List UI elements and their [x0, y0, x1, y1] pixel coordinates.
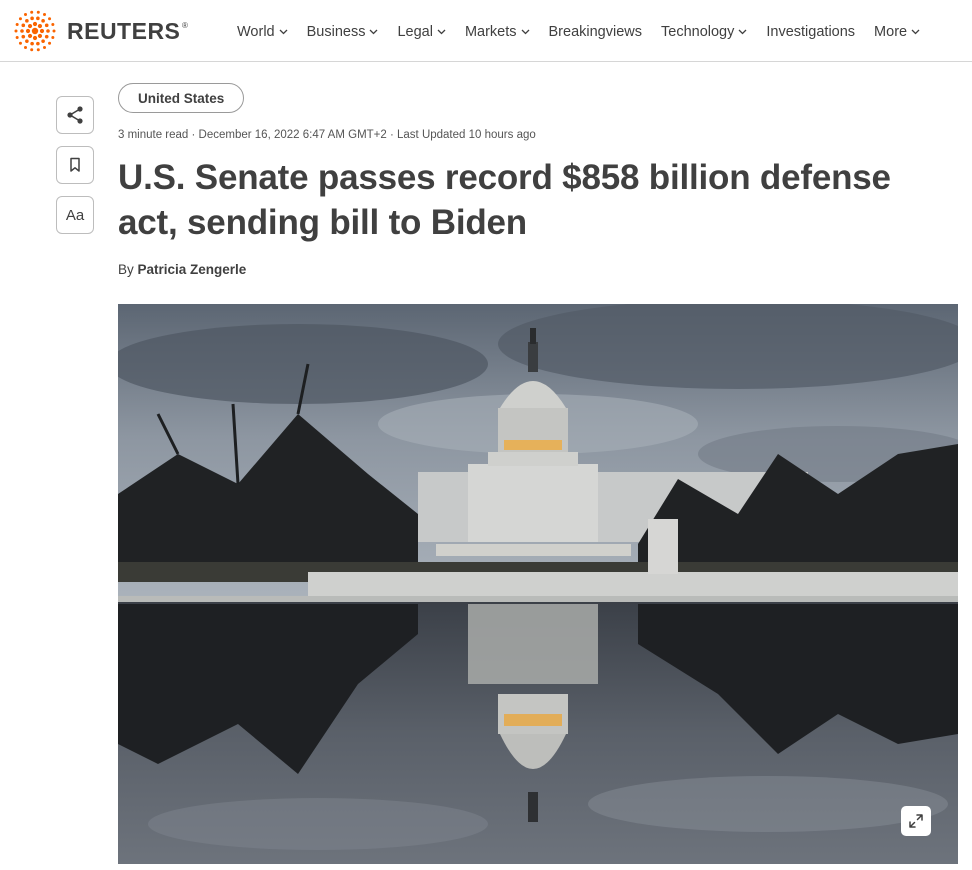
nav-item-legal[interactable]: Legal — [397, 24, 446, 40]
nav-item-label: Investigations — [766, 24, 856, 40]
nav-item-markets[interactable]: Markets — [465, 24, 530, 40]
text-size-button[interactable]: Aa — [56, 196, 94, 234]
article-headline: U.S. Senate passes record $858 billion d… — [118, 158, 891, 242]
lead-photo — [118, 304, 958, 864]
brand-name: REUTERS ® — [67, 17, 189, 44]
section-tag[interactable]: United States — [118, 83, 245, 113]
nav-item-more[interactable]: More — [874, 24, 920, 40]
nav-item-technology[interactable]: Technology — [661, 24, 747, 40]
expand-icon — [909, 814, 923, 828]
reuters-logo-icon — [14, 10, 56, 52]
nav-item-business[interactable]: Business — [307, 24, 379, 40]
nav-item-label: Business — [306, 24, 366, 40]
text-size-label: Aa — [65, 206, 85, 224]
chevron-down-icon — [911, 29, 920, 35]
site-header: REUTERS ® World Business Legal Markets Breaki… — [0, 0, 972, 62]
expand-image-button[interactable] — [901, 806, 931, 836]
main-nav: World Business Legal Markets Breakingviews Te… — [237, 22, 939, 42]
bookmark-icon — [70, 157, 80, 172]
nav-item-label: More — [874, 24, 908, 40]
share-icon — [67, 106, 83, 124]
article-meta: 3 minute read · December 16, 2022 6:47 A… — [118, 129, 536, 141]
byline: By Patricia Zengerle — [118, 262, 246, 277]
bookmark-button[interactable] — [56, 146, 94, 184]
nav-item-world[interactable]: World — [237, 24, 288, 40]
reuters-logo[interactable]: REUTERS ® — [12, 9, 189, 53]
author-link[interactable]: Patricia Zengerle — [138, 262, 247, 277]
nav-item-label: Legal — [397, 24, 433, 40]
nav-item-label: Markets — [464, 24, 517, 40]
chevron-down-icon — [521, 29, 529, 35]
chevron-down-icon — [279, 29, 288, 35]
nav-item-breakingviews[interactable]: Breakingviews — [549, 24, 643, 40]
chevron-down-icon — [738, 29, 747, 35]
chevron-down-icon — [369, 29, 378, 35]
nav-item-label: Technology — [661, 24, 735, 40]
share-button[interactable] — [56, 96, 94, 134]
chevron-down-icon — [437, 29, 446, 35]
nav-item-label: World — [237, 24, 275, 40]
nav-item-investigations[interactable]: Investigations — [766, 24, 855, 40]
nav-item-label: Breakingviews — [548, 24, 643, 40]
byline-prefix: By — [118, 262, 138, 277]
capitol-reflection-image — [118, 304, 958, 864]
